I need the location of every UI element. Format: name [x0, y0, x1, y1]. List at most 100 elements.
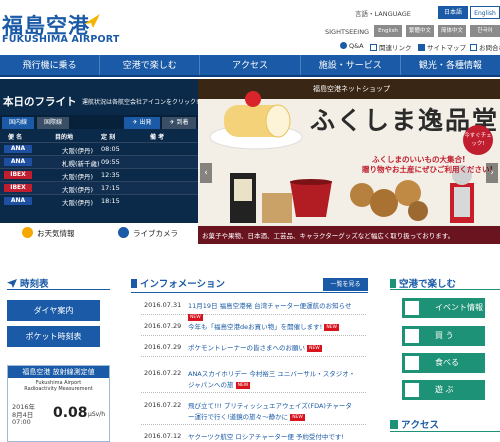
- red-cup-image: [290, 179, 332, 217]
- related-links-link[interactable]: 関連リンク: [370, 42, 412, 52]
- site-logo-en[interactable]: FUKUSHIMA AIRPORT: [2, 34, 120, 45]
- event-info-button[interactable]: イベント情報: [402, 298, 485, 318]
- sitemap-link[interactable]: サイトマップ: [418, 42, 466, 52]
- news-title: 今年も「福島空港deお買い物」を開催します! NEW: [188, 322, 358, 333]
- flight-dest: 大阪(伊丹): [62, 173, 94, 181]
- info-heading: インフォメーション: [131, 276, 225, 290]
- news-date: 2016.07.29: [144, 322, 182, 330]
- lang-english-button[interactable]: English: [470, 6, 500, 19]
- new-badge: NEW: [324, 324, 339, 331]
- news-title-text: ANAスカイホリデー 今村裕三 ユニバーサル・スタジオ・ジャパンへの旅: [188, 370, 356, 389]
- info-divider: [131, 292, 368, 293]
- news-title: 飛び立て!!! ブリティッシュエアウェイズ(FDA)チャーター運行で行く!道鏡の…: [188, 401, 358, 423]
- banner-caption: お菓子や果物、日本酒、工芸品、キャラクターグッズなど幅広く取り扱っております。: [202, 232, 455, 240]
- news-item[interactable]: 2016.07.31 11月19日 福島空港発 台湾チャーター便運航のお知らせ …: [141, 299, 366, 321]
- airline-logo[interactable]: ANA: [4, 197, 32, 205]
- news-date: 2016.07.22: [144, 401, 182, 409]
- sake-bottle-image: [230, 173, 292, 223]
- col-dest: 目的地: [55, 134, 74, 141]
- timetable-heading: 時刻表: [7, 276, 49, 290]
- news-item[interactable]: 2016.07.29 今年も「福島空港deお買い物」を開催します! NEW: [141, 320, 366, 336]
- sight-simp-chinese-button[interactable]: 简体中文: [438, 25, 466, 37]
- flight-time: 17:15: [101, 184, 120, 192]
- related-links-label: 関連リンク: [379, 44, 412, 52]
- radiation-date: 2016年 8月4日 07:00: [12, 403, 35, 427]
- sitemap-icon: [418, 44, 425, 51]
- arrival-label: 到着: [176, 119, 189, 126]
- shopping-bag-icon: [405, 329, 419, 343]
- question-icon: [340, 42, 347, 49]
- sight-trad-chinese-button[interactable]: 繁體中文: [406, 25, 434, 37]
- banner-prev-icon[interactable]: ‹: [200, 163, 212, 183]
- news-date: 2016.07.22: [144, 369, 182, 377]
- shop-banner[interactable]: 福島空港ネットショップ ふくしま逸品堂 ふくしまのいいもの大集合! 贈り物やお土…: [198, 79, 500, 244]
- nav-facilities[interactable]: 施設・サービス: [301, 55, 401, 75]
- check-now-badge[interactable]: 今すぐチェック!: [463, 125, 493, 155]
- nav-access[interactable]: アクセス: [200, 55, 301, 75]
- main-nav: 飛行機に乗る 空港で楽しむ アクセス 施設・サービス 観光・各種情報: [0, 55, 500, 77]
- shop-button[interactable]: 買 う: [402, 326, 485, 346]
- sight-english-button[interactable]: English: [374, 25, 402, 37]
- airline-logo[interactable]: ANA: [4, 158, 32, 166]
- radiation-title: 福島空港 放射線測定値: [8, 366, 109, 378]
- news-item[interactable]: 2016.07.22 飛び立て!!! ブリティッシュエアウェイズ(FDA)チャー…: [141, 399, 366, 425]
- flight-tabs: 国内線 国際線 ✈ 出発 ✈ 到着: [0, 115, 198, 129]
- flight-row: IBEX 大阪(伊丹) 12:35: [0, 168, 198, 181]
- eat-button[interactable]: 食べる: [402, 353, 485, 373]
- news-item[interactable]: 2016.07.22 ANAスカイホリデー 今村裕三 ユニバーサル・スタジオ・ジ…: [141, 367, 366, 393]
- nav-fly[interactable]: 飛行機に乗る: [0, 55, 101, 75]
- sight-korean-button[interactable]: 한국어: [470, 25, 500, 37]
- access-divider: [390, 431, 500, 432]
- play-label: 遊 ぶ: [435, 385, 454, 394]
- radiation-subtitle: Fukushima Airport Radioactivity Measurem…: [8, 380, 109, 392]
- plane-logo-icon: [84, 14, 100, 28]
- airline-logo[interactable]: IBEX: [4, 171, 32, 179]
- flight-time: 08:05: [101, 145, 120, 153]
- qa-link[interactable]: Q&A: [340, 42, 364, 50]
- sitemap-label: サイトマップ: [427, 44, 466, 52]
- play-button[interactable]: 遊 ぶ: [402, 380, 485, 400]
- livecam-label: ライブカメラ: [133, 229, 178, 238]
- flight-panel: 本日のフライト 運航状況は各航空会社アイコンをクリック! 国内線 国際線 ✈ 出…: [0, 79, 198, 244]
- flight-time: 12:35: [101, 171, 120, 179]
- nav-enjoy[interactable]: 空港で楽しむ: [100, 55, 201, 75]
- mail-icon: [470, 44, 477, 51]
- col-remarks: 備 考: [150, 134, 165, 141]
- news-date: 2016.07.12: [144, 432, 182, 440]
- sightseeing-label: SIGHTSEEING: [325, 28, 370, 36]
- plane-icon: [7, 279, 17, 288]
- news-item[interactable]: 2016.07.29 ポケモントレーナーの皆さまへのお願い NEW: [141, 341, 366, 357]
- tab-arrival[interactable]: ✈ 到着: [162, 117, 196, 129]
- livecam-button[interactable]: ライブカメラ: [118, 225, 178, 243]
- airline-logo[interactable]: IBEX: [4, 184, 32, 192]
- weather-button[interactable]: お天気情報: [22, 225, 75, 243]
- airline-logo[interactable]: ANA: [4, 145, 32, 153]
- dia-guide-button[interactable]: ダイヤ案内: [7, 300, 100, 321]
- contact-label: お問合わ: [479, 44, 500, 52]
- flight-row: ANA 大阪(伊丹) 18:15: [0, 194, 198, 207]
- news-title-text: 11月19日 福島空港発 台湾チャーター便運航のお知らせ: [188, 302, 352, 310]
- tab-domestic[interactable]: 国内線: [2, 117, 34, 129]
- flight-time: 09:55: [101, 158, 120, 166]
- nav-sightseeing[interactable]: 観光・各種情報: [401, 55, 500, 75]
- tab-departure[interactable]: ✈ 出発: [124, 117, 160, 129]
- music-note-icon: [390, 279, 396, 288]
- contact-link[interactable]: お問合わ: [470, 42, 500, 52]
- news-item[interactable]: 2016.07.12 ヤクーツク航空 ロシアチャーター便 予約受付中です!: [141, 430, 366, 442]
- col-time: 定 刻: [101, 134, 116, 141]
- enjoy-divider: [390, 289, 500, 290]
- banner-caption-strip: お菓子や果物、日本酒、工芸品、キャラクターグッズなど幅広く取り扱っております。: [198, 226, 500, 244]
- tab-international[interactable]: 国際線: [37, 117, 69, 129]
- info-list-button[interactable]: 一覧を見る: [323, 278, 368, 291]
- radiation-time: 07:00: [12, 418, 31, 426]
- pocket-timetable-button[interactable]: ポケット時刻表: [7, 326, 100, 347]
- site-header: 福島空港 FUKUSHIMA AIRPORT 言語・LANGUAGE 日本語 E…: [0, 0, 500, 55]
- news-title-text: 今年も「福島空港deお買い物」を開催します!: [188, 323, 323, 331]
- roll-cake-image: [209, 91, 303, 150]
- news-title: ヤクーツク航空 ロシアチャーター便 予約受付中です!: [188, 432, 358, 442]
- radiation-box: 福島空港 放射線測定値 Fukushima Airport Radioactiv…: [7, 365, 110, 442]
- language-label: 言語・LANGUAGE: [355, 10, 411, 18]
- sun-icon: [22, 227, 33, 238]
- banner-next-icon[interactable]: ›: [486, 163, 498, 183]
- lang-japanese-button[interactable]: 日本語: [438, 6, 468, 19]
